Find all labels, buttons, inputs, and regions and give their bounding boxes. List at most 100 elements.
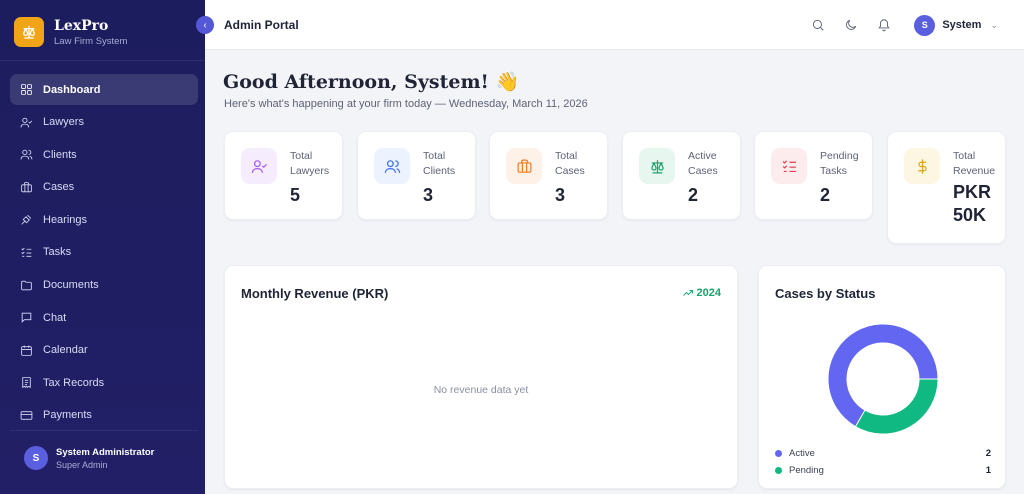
gavel-icon (19, 213, 33, 227)
brand-subtitle: Law Firm System (54, 35, 128, 47)
legend-swatch (775, 466, 782, 474)
legend-label: Active (789, 447, 815, 459)
stat-value: 5 (290, 185, 301, 205)
empty-message: No revenue data yet (433, 384, 529, 396)
sidebar-item-chat[interactable]: Chat (10, 302, 198, 333)
chevron-down-icon: ⌄ (990, 19, 998, 30)
page-title: Admin Portal (224, 17, 299, 32)
chevron-left-icon: ‹ (203, 19, 207, 31)
avatar: S (914, 14, 936, 36)
sidebar-item-label: Hearings (43, 213, 88, 226)
stat-label: Active Cases (688, 150, 718, 177)
trending-up-icon (682, 290, 693, 296)
sidebar: LexPro Law Firm System Dashboard Lawyers… (0, 0, 205, 494)
briefcase-icon (19, 180, 33, 194)
legend-value: 2 (985, 447, 991, 459)
stat-label: Pending Tasks (820, 150, 859, 177)
credit-card-icon (19, 408, 33, 422)
bell-icon[interactable] (876, 17, 892, 33)
sidebar-item-hearings[interactable]: Hearings (10, 204, 198, 235)
search-icon[interactable] (810, 17, 826, 33)
donut-chart (827, 323, 939, 435)
list-check-icon (771, 148, 807, 184)
stat-card-pending-tasks[interactable]: Pending Tasks 2 (754, 131, 873, 220)
user-check-icon (19, 115, 33, 129)
sidebar-item-label: Dashboard (43, 83, 101, 96)
greeting-title: Good Afternoon, System! 👋 (223, 71, 520, 93)
panel-title: Monthly Revenue (PKR) (241, 286, 389, 301)
user-role: Super Admin (56, 459, 108, 470)
divider (0, 60, 205, 61)
user-name: System Administrator (56, 446, 155, 458)
stat-card-cases[interactable]: Total Cases 3 (489, 131, 608, 220)
sidebar-item-tasks[interactable]: Tasks (10, 237, 198, 268)
calendar-icon (19, 343, 33, 357)
stat-label: Total Revenue (953, 150, 996, 177)
sidebar-item-label: Documents (43, 279, 99, 292)
sidebar-item-label: Tasks (43, 246, 72, 259)
legend-item-pending: Pending 1 (775, 463, 991, 477)
brand-name: LexPro (54, 17, 109, 34)
user-menu[interactable]: S System ⌄ (914, 14, 998, 36)
sidebar-item-dashboard[interactable]: Dashboard (10, 74, 198, 105)
sidebar-item-payments[interactable]: Payments (10, 400, 198, 431)
user-check-icon (241, 148, 277, 184)
sidebar-item-lawyers[interactable]: Lawyers (10, 107, 198, 138)
cases-status-panel: Cases by Status Active 2 Pending 1 (758, 265, 1006, 489)
sidebar-item-label: Clients (43, 148, 77, 161)
stat-card-active-cases[interactable]: Active Cases 2 (622, 131, 741, 220)
sidebar-item-calendar[interactable]: Calendar (10, 335, 198, 366)
revenue-panel: Monthly Revenue (PKR) 2024 No revenue da… (224, 265, 738, 489)
sidebar-item-label: Cases (43, 181, 75, 194)
topbar: Admin Portal S System ⌄ (205, 0, 1024, 50)
user-name: System (942, 19, 982, 31)
scales-icon (639, 148, 675, 184)
chat-icon (19, 311, 33, 325)
stat-value: 2 (820, 185, 831, 205)
sidebar-item-label: Chat (43, 311, 67, 324)
stat-value: PKR 50K (953, 182, 992, 225)
stat-card-revenue[interactable]: Total Revenue PKR 50K (887, 131, 1006, 244)
sidebar-nav: Dashboard Lawyers Clients Cases Hearings… (10, 74, 198, 433)
legend-label: Pending (789, 464, 824, 476)
stat-value: 3 (555, 185, 566, 205)
sidebar-item-tax-records[interactable]: Tax Records (10, 367, 198, 398)
briefcase-icon (506, 148, 542, 184)
legend-swatch (775, 449, 782, 457)
sidebar-item-cases[interactable]: Cases (10, 172, 198, 203)
list-check-icon (19, 245, 33, 259)
dollar-icon (904, 148, 940, 184)
legend-value: 1 (985, 464, 991, 476)
stat-card-lawyers[interactable]: Total Lawyers 5 (224, 131, 343, 220)
scales-icon (14, 17, 44, 47)
legend-item-active: Active 2 (775, 446, 991, 460)
stat-label: Total Clients (423, 150, 456, 177)
avatar: S (24, 446, 48, 470)
receipt-icon (19, 376, 33, 390)
stat-card-clients[interactable]: Total Clients 3 (357, 131, 476, 220)
sidebar-user[interactable]: S System Administrator Super Admin (24, 446, 154, 470)
folder-icon (19, 278, 33, 292)
grid-icon (19, 83, 33, 97)
greeting-subtitle: Here's what's happening at your firm tod… (224, 98, 588, 110)
sidebar-item-label: Payments (43, 409, 92, 422)
stat-label: Total Cases (555, 150, 585, 177)
panel-title: Cases by Status (775, 286, 876, 301)
donut-slice-pending[interactable] (854, 378, 939, 435)
year-badge: 2024 (682, 287, 721, 299)
sidebar-item-documents[interactable]: Documents (10, 270, 198, 301)
divider (10, 430, 198, 431)
sidebar-item-label: Tax Records (43, 376, 105, 389)
stat-value: 3 (423, 185, 434, 205)
users-icon (19, 148, 33, 162)
stat-label: Total Lawyers (290, 150, 330, 177)
year-label: 2024 (696, 287, 721, 299)
sidebar-item-clients[interactable]: Clients (10, 139, 198, 170)
brand[interactable]: LexPro Law Firm System (0, 0, 205, 50)
moon-icon[interactable] (843, 17, 859, 33)
sidebar-item-label: Calendar (43, 344, 88, 357)
sidebar-item-label: Lawyers (43, 116, 84, 129)
collapse-sidebar-button[interactable]: ‹ (196, 16, 214, 34)
users-icon (374, 148, 410, 184)
stat-value: 2 (688, 185, 699, 205)
